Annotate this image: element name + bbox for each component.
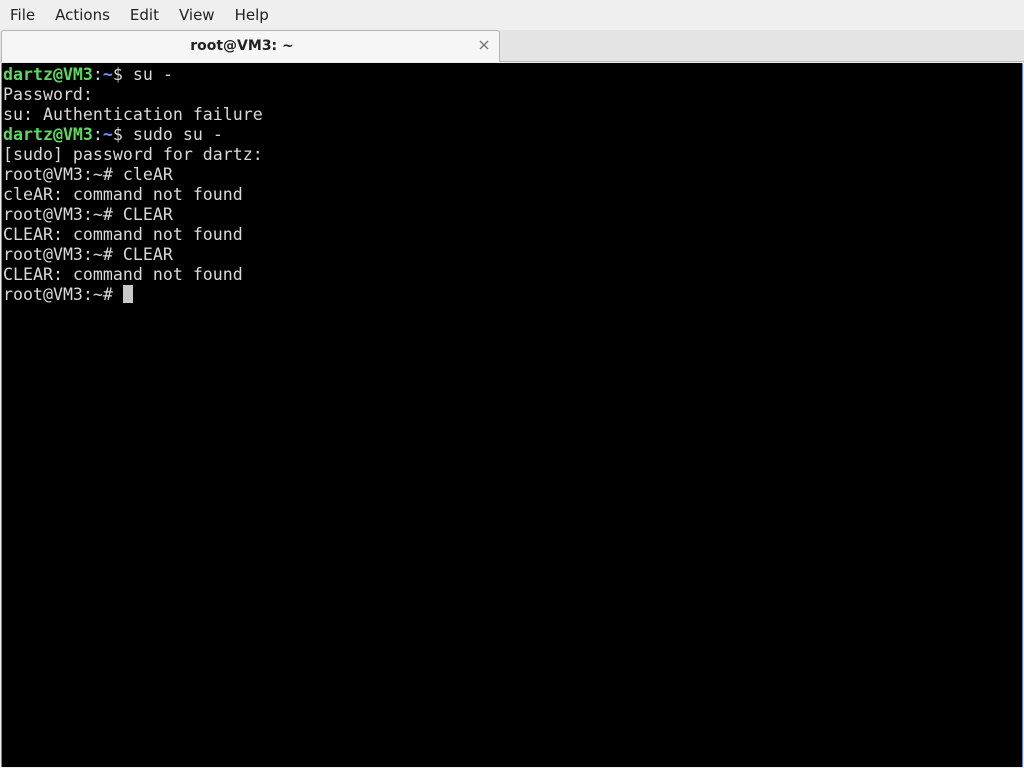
current-prompt: root@VM3:~# — [3, 285, 123, 304]
terminal-line: CLEAR: command not found — [3, 225, 243, 244]
prompt-symbol: $ — [112, 65, 133, 84]
terminal-line: root@VM3:~# cleAR — [3, 165, 173, 184]
menu-view[interactable]: View — [169, 0, 225, 30]
prompt-separator: : — [92, 65, 103, 84]
terminal-line: root@VM3:~# CLEAR — [3, 245, 173, 264]
terminal-line: [sudo] password for dartz: — [3, 145, 263, 164]
terminal-line: cleAR: command not found — [3, 185, 243, 204]
terminal-line: root@VM3:~# CLEAR — [3, 205, 173, 224]
tab-title: root@VM3: ~ — [190, 38, 294, 54]
terminal-output[interactable]: dartz@VM3:~$ su - Password: su: Authenti… — [1, 63, 1023, 767]
prompt-symbol: $ — [112, 125, 133, 144]
prompt-user-host: dartz@VM3 — [3, 125, 93, 144]
close-icon[interactable] — [477, 38, 491, 52]
menu-help[interactable]: Help — [225, 0, 279, 30]
terminal-line: Password: — [3, 85, 93, 104]
prompt-user-host: dartz@VM3 — [3, 65, 93, 84]
prompt-path: ~ — [102, 125, 113, 144]
prompt-separator: : — [92, 125, 103, 144]
text-cursor — [122, 285, 133, 303]
tab-bar: root@VM3: ~ — [0, 30, 1024, 62]
terminal-window: File Actions Edit View Help root@VM3: ~ … — [0, 0, 1024, 768]
terminal-line: su: Authentication failure — [3, 105, 263, 124]
terminal-line: CLEAR: command not found — [3, 265, 243, 284]
prompt-path: ~ — [102, 65, 113, 84]
terminal-line: root@VM3:~# — [3, 285, 1022, 305]
command-text: su - — [132, 65, 173, 84]
menu-bar: File Actions Edit View Help — [0, 0, 1024, 30]
menu-file[interactable]: File — [0, 0, 45, 30]
command-text: sudo su - — [132, 125, 223, 144]
menu-actions[interactable]: Actions — [45, 0, 120, 30]
terminal-line: dartz@VM3:~$ su - — [3, 65, 1022, 85]
menu-edit[interactable]: Edit — [120, 0, 169, 30]
tab-root-vm3[interactable]: root@VM3: ~ — [1, 30, 500, 62]
terminal-line: dartz@VM3:~$ sudo su - — [3, 125, 1022, 145]
